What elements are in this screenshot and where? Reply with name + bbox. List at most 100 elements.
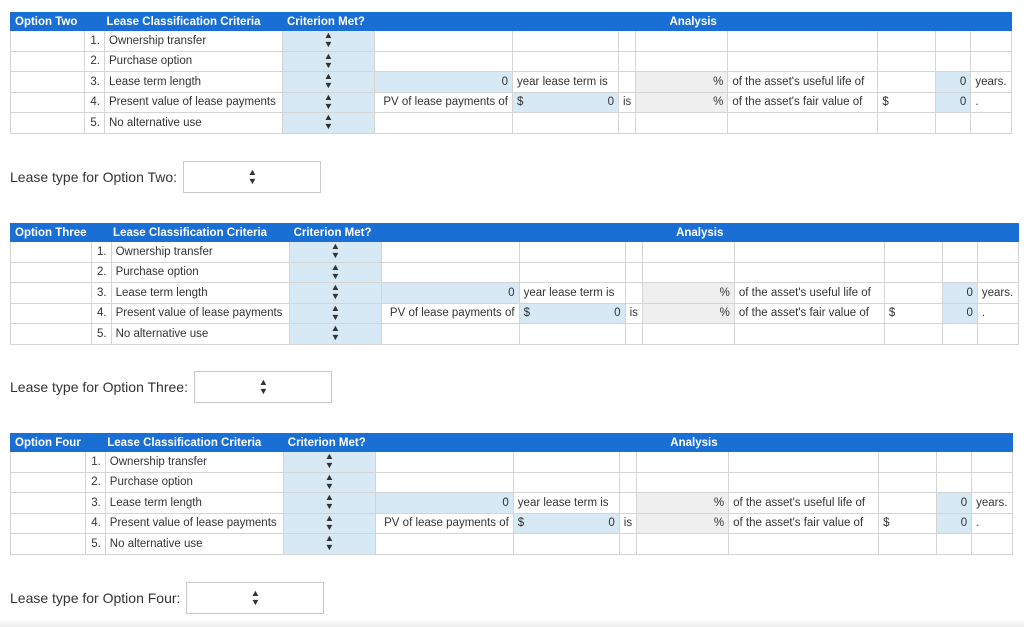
criterion-row: 3. Lease term length ▲ ▼ 0 year lease ter… — [10, 71, 1013, 93]
fair-value-text: of the asset's fair value of — [728, 512, 880, 534]
pv-label: PV of lease payments of — [380, 302, 520, 324]
criterion-met-select[interactable]: ▲ ▼ — [282, 30, 375, 52]
lease-table: Option Two Lease Classification Criteria… — [10, 12, 1013, 134]
lease-term-input[interactable]: 0 — [374, 492, 514, 514]
criteria-header: Lease Classification Criteria — [84, 12, 283, 31]
criterion-met-header: Criterion Met? — [282, 433, 376, 452]
criterion-number: 3. — [84, 71, 105, 93]
criterion-label: Ownership transfer — [104, 451, 284, 473]
fair-value-input[interactable]: 0 — [941, 302, 978, 324]
criterion-row: 4. Present value of lease payments ▲ ▼ PV… — [10, 302, 1019, 324]
criterion-label: Present value of lease payments — [110, 302, 290, 324]
useful-life-input[interactable]: 0 — [941, 282, 978, 304]
criterion-label: No alternative use — [104, 533, 284, 555]
lease-type-row: Lease type for Option Two: ▲ ▼ — [10, 161, 322, 193]
criterion-met-select[interactable]: ▲ ▼ — [288, 261, 382, 283]
pv-label: PV of lease payments of — [374, 91, 513, 113]
criterion-label: No alternative use — [104, 112, 283, 134]
lease-type-label: Lease type for Option Four: — [10, 590, 181, 606]
is-text: is — [624, 302, 643, 324]
lease-term-input[interactable]: 0 — [374, 71, 513, 93]
option-title: Option Four — [10, 433, 86, 452]
years-unit: years. — [976, 282, 1019, 304]
criterion-label: Purchase option — [104, 50, 283, 72]
criterion-row: 5. No alternative use ▲ ▼ — [10, 323, 1019, 345]
up-down-arrows-icon: ▲ ▼ — [258, 377, 268, 396]
analysis-header: Analysis — [374, 433, 1014, 452]
criterion-met-select[interactable]: ▲ ▼ — [288, 323, 382, 345]
criterion-met-select[interactable]: ▲ ▼ — [282, 512, 376, 534]
pv-value: 0 — [608, 517, 615, 530]
dollar-sign: $ — [517, 96, 524, 109]
lease-type-select[interactable]: ▲ ▼ — [193, 371, 332, 403]
lease-type-select[interactable]: ▲ ▼ — [183, 161, 322, 193]
criterion-met-select[interactable]: ▲ ▼ — [282, 492, 376, 514]
pv-value: 0 — [614, 307, 621, 320]
is-text: is — [617, 91, 637, 113]
criterion-label: No alternative use — [110, 323, 290, 345]
lease-term-input[interactable]: 0 — [380, 282, 520, 304]
fair-value-percent-field: % — [635, 91, 729, 113]
period: . — [976, 302, 1019, 324]
criterion-met-select[interactable]: ▲ ▼ — [288, 282, 382, 304]
criterion-met-select[interactable]: ▲ ▼ — [282, 112, 375, 134]
criterion-label: Purchase option — [110, 261, 290, 283]
criterion-label: Lease term length — [110, 282, 290, 304]
option-title: Option Two — [10, 12, 85, 31]
criterion-number: 2. — [90, 261, 112, 283]
criterion-label: Present value of lease payments — [104, 512, 284, 534]
pv-label: PV of lease payments of — [374, 512, 514, 534]
pv-input[interactable]: $0 — [518, 302, 626, 324]
up-down-arrows-icon: ▲ ▼ — [247, 167, 257, 186]
up-down-arrows-icon: ▲ ▼ — [323, 51, 334, 70]
up-down-arrows-icon: ▲ ▼ — [330, 303, 340, 322]
fair-value-text: of the asset's fair value of — [733, 302, 885, 324]
criterion-met-select[interactable]: ▲ ▼ — [282, 50, 375, 72]
criterion-number: 2. — [84, 471, 106, 493]
dollar-sign: $ — [517, 517, 525, 530]
pv-input[interactable]: $0 — [512, 91, 619, 113]
dollar-sign-2: $ — [877, 91, 937, 113]
lease-type-row: Lease type for Option Three: ▲ ▼ — [10, 371, 332, 403]
useful-life-input[interactable]: 0 — [936, 492, 973, 514]
up-down-arrows-icon: ▲ ▼ — [324, 533, 335, 553]
lease-table: Option Four Lease Classification Criteri… — [10, 433, 1014, 555]
lease-type-select[interactable]: ▲ ▼ — [186, 582, 325, 614]
useful-life-input[interactable]: 0 — [935, 71, 972, 93]
up-down-arrows-icon: ▲ ▼ — [324, 513, 335, 532]
useful-life-text: of the asset's useful life of — [733, 282, 885, 304]
criterion-met-select[interactable]: ▲ ▼ — [282, 91, 375, 113]
criterion-met-select[interactable]: ▲ ▼ — [282, 533, 376, 555]
table-header-row: Option Four Lease Classification Criteri… — [10, 433, 1014, 452]
up-down-arrows-icon: ▲ ▼ — [323, 112, 334, 132]
dollar-sign-2: $ — [883, 302, 943, 324]
criterion-met-select[interactable]: ▲ ▼ — [288, 302, 382, 324]
criterion-met-select[interactable]: ▲ ▼ — [282, 471, 376, 493]
criterion-met-select[interactable]: ▲ ▼ — [282, 71, 375, 93]
pv-input[interactable]: $0 — [512, 512, 620, 534]
criterion-number: 4. — [84, 91, 105, 113]
criterion-met-select[interactable]: ▲ ▼ — [282, 451, 376, 473]
option-section: Option Two Lease Classification Criteria… — [10, 12, 1013, 134]
criterion-row: 2. Purchase option ▲ ▼ — [10, 471, 1014, 493]
lease-table: Option Three Lease Classification Criter… — [10, 223, 1019, 345]
criterion-row: 4. Present value of lease payments ▲ ▼ PV… — [10, 91, 1013, 113]
criterion-number: 3. — [90, 282, 112, 304]
criterion-label: Lease term length — [104, 71, 283, 93]
period: . — [971, 512, 1014, 534]
criterion-row: 2. Purchase option ▲ ▼ — [10, 261, 1019, 283]
criterion-met-select[interactable]: ▲ ▼ — [288, 241, 382, 263]
fair-value-input[interactable]: 0 — [935, 91, 972, 113]
period: . — [970, 91, 1013, 113]
criterion-label: Ownership transfer — [110, 241, 290, 263]
criterion-row: 1. Ownership transfer ▲ ▼ — [10, 451, 1014, 473]
up-down-arrows-icon: ▲ ▼ — [323, 71, 334, 91]
criterion-number: 1. — [90, 241, 112, 263]
fair-value-input[interactable]: 0 — [936, 512, 973, 534]
up-down-arrows-icon: ▲ ▼ — [324, 451, 335, 471]
dollar-sign-2: $ — [878, 512, 938, 534]
up-down-arrows-icon: ▲ ▼ — [330, 282, 340, 302]
criterion-number: 4. — [90, 302, 112, 324]
useful-life-text: of the asset's useful life of — [728, 492, 880, 514]
lease-term-text: year lease term is — [512, 492, 620, 514]
